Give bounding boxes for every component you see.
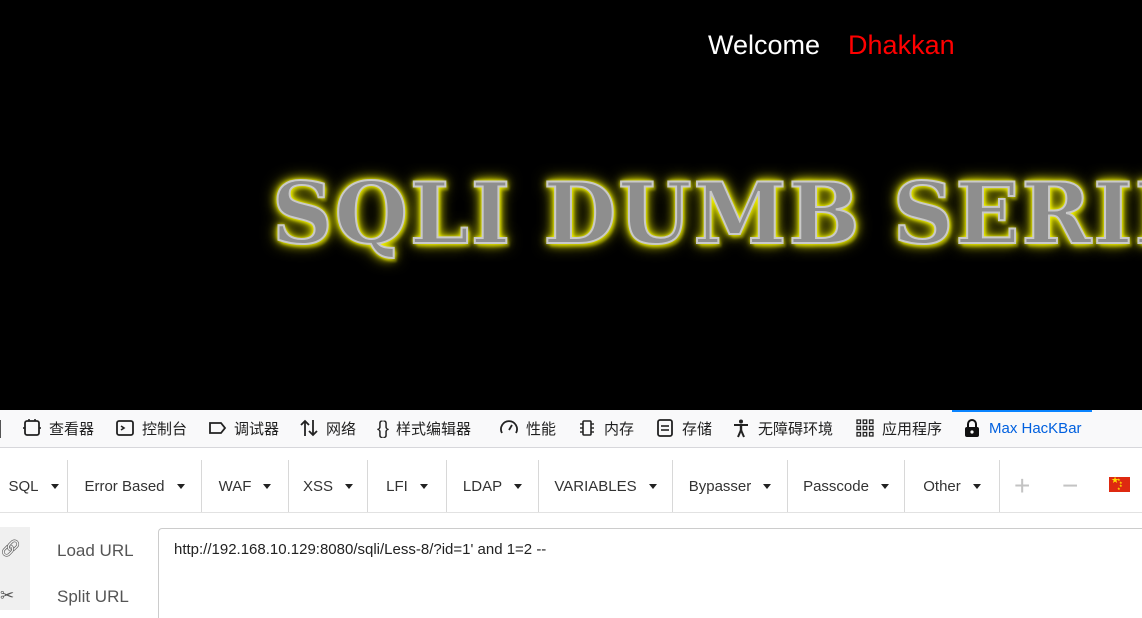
memory-icon — [580, 420, 594, 436]
tab-debugger[interactable]: 调试器 — [207, 410, 279, 446]
page-viewport: Welcome Dhakkan SQLI DUMB SERIES — [0, 0, 1142, 410]
menu-passcode[interactable]: Passcode — [788, 460, 905, 512]
menu-label: LFI — [386, 477, 408, 495]
accessibility-icon — [734, 419, 748, 438]
flag-star: ★ — [1117, 486, 1121, 491]
menu-other[interactable]: Other — [905, 460, 1000, 512]
menu-label: WAF — [218, 477, 252, 495]
welcome-label: Welcome — [708, 30, 821, 60]
tab-label: 控制台 — [142, 420, 188, 438]
caret-down-icon — [176, 483, 185, 489]
username: Dhakkan — [848, 30, 955, 60]
lock-icon — [965, 419, 979, 437]
china-flag-icon[interactable]: ★ ★ ★ ★ ★ — [1109, 476, 1130, 492]
caret-down-icon — [419, 483, 428, 489]
menu-label: LDAP — [462, 477, 503, 495]
menu-label: Other — [923, 477, 961, 495]
caret-down-icon — [648, 483, 657, 489]
tab-label: 网络 — [326, 420, 357, 438]
network-icon — [300, 419, 318, 437]
scissors-icon[interactable]: ✂ — [0, 586, 14, 606]
tab-max-hackbar[interactable]: Max HacKBar — [952, 410, 1092, 446]
menu-label: Passcode — [803, 477, 869, 495]
caret-down-icon — [972, 483, 981, 489]
tab-label: 无障碍环境 — [758, 420, 834, 438]
menu-ldap[interactable]: LDAP — [447, 460, 539, 512]
caret-down-icon — [263, 483, 272, 489]
tab-storage[interactable]: 存储 — [655, 410, 712, 446]
link-icon[interactable]: 🔗︎ — [0, 539, 22, 559]
tab-label: Max HacKBar — [989, 419, 1082, 437]
tab-label: 内存 — [604, 420, 635, 438]
banner-title: SQLI DUMB SERIES — [271, 163, 1142, 264]
welcome-message: Welcome Dhakkan — [708, 30, 955, 61]
menu-label: Error Based — [84, 477, 165, 495]
tab-console[interactable]: 控制台 — [115, 410, 187, 446]
console-icon — [116, 420, 134, 436]
menu-label: XSS — [302, 477, 333, 495]
tab-label: 样式编辑器 — [396, 420, 472, 438]
devtools-toolbar: 查看器 控制台 调试器 网络 {} 样式编辑器 性能 内存 存储 无障碍环境 应… — [0, 410, 1142, 448]
split-url-button[interactable]: Split URL — [57, 587, 129, 607]
caret-down-icon — [50, 483, 59, 489]
caret-down-icon — [345, 483, 353, 489]
menu-variables[interactable]: VARIABLES — [539, 460, 673, 512]
tab-accessibility[interactable]: 无障碍环境 — [731, 410, 833, 446]
inspector-icon — [23, 419, 41, 436]
menu-waf[interactable]: WAF — [202, 460, 289, 512]
tab-network[interactable]: 网络 — [299, 410, 356, 446]
style-editor-icon: {} — [377, 418, 390, 438]
tab-memory[interactable]: 内存 — [577, 410, 634, 446]
caret-down-icon — [880, 483, 889, 489]
application-icon — [856, 419, 874, 437]
tab-inspector[interactable]: 查看器 — [22, 410, 94, 446]
caret-down-icon — [514, 483, 523, 489]
menu-bypasser[interactable]: Bypasser — [673, 460, 788, 512]
url-value: http://192.168.10.129:8080/sqli/Less-8/?… — [174, 541, 547, 558]
tab-application[interactable]: 应用程序 — [855, 410, 942, 446]
menu-lfi[interactable]: LFI — [368, 460, 447, 512]
tab-performance[interactable]: 性能 — [499, 410, 556, 446]
tab-label: 调试器 — [234, 420, 280, 438]
menu-label: SQL — [8, 477, 39, 495]
menu-xss[interactable]: XSS — [289, 460, 368, 512]
caret-down-icon — [763, 483, 772, 489]
tab-style-editor[interactable]: {} 样式编辑器 — [377, 410, 471, 446]
tab-label: 性能 — [526, 420, 557, 438]
debugger-icon — [209, 422, 227, 434]
menu-label: VARIABLES — [554, 477, 637, 495]
performance-icon — [500, 420, 518, 434]
tab-label: 查看器 — [49, 420, 95, 438]
zoom-in-button[interactable]: + — [1014, 472, 1030, 500]
load-url-button[interactable]: Load URL — [57, 541, 134, 561]
menu-sql[interactable]: SQL — [0, 460, 68, 512]
menu-label: Bypasser — [688, 477, 752, 495]
menu-error-based[interactable]: Error Based — [68, 460, 202, 512]
tab-label: 存储 — [682, 420, 713, 438]
hackbar-menu: SQL Error Based WAF XSS LFI LDAP VARIABL… — [0, 460, 1142, 513]
zoom-out-button[interactable]: − — [1062, 472, 1078, 500]
storage-icon — [657, 419, 673, 437]
toolbar-separator — [0, 420, 1, 438]
tab-label: 应用程序 — [882, 420, 943, 438]
